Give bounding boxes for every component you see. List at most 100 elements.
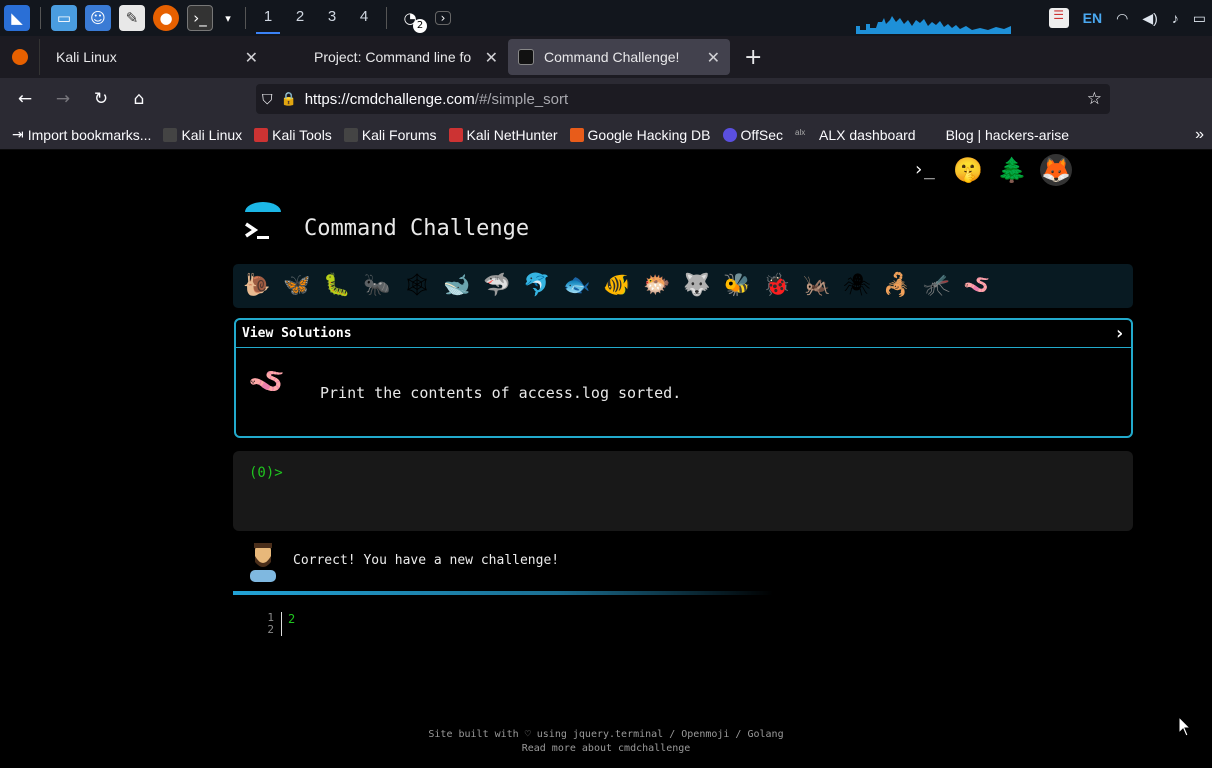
close-tab-icon[interactable]: ✕: [245, 48, 258, 68]
footer-credits: Site built with ♡ using jquery.terminal …: [428, 729, 784, 740]
view-solutions-label: View Solutions: [242, 326, 352, 341]
worm-icon[interactable]: 🪱: [961, 270, 993, 302]
line-numbers: 1 2: [258, 612, 274, 636]
bookmark-alx-dashboard[interactable]: alx ALX dashboard: [795, 127, 916, 143]
taskbar-separator: [40, 7, 41, 29]
bookmark-google-hacking-db[interactable]: Google Hacking DB: [569, 127, 711, 143]
ladybug-icon[interactable]: 🐞: [761, 270, 793, 302]
notification-bell-icon[interactable]: ♪: [1172, 10, 1179, 26]
spider-web-icon[interactable]: 🕸: [401, 270, 433, 302]
ghdb-icon: [569, 127, 584, 142]
gitlab-icon[interactable]: 🦊: [1040, 154, 1072, 186]
reload-button[interactable]: ↻: [84, 89, 118, 109]
home-button[interactable]: ⌂: [122, 89, 156, 109]
tab-command-challenge[interactable]: Command Challenge! ✕: [508, 39, 730, 75]
browser-nav-bar: ← → ↻ ⌂ ⛉ 🔒 https://cmdchallenge.com/#/s…: [0, 78, 1212, 120]
cpu-graph: [856, 16, 1011, 34]
browser-window-icon[interactable]: ◔ 2: [397, 5, 427, 33]
tab-project[interactable]: Project: Command line fo ✕: [282, 39, 508, 75]
command-output: 2: [288, 612, 296, 626]
cricket-icon[interactable]: 🦗: [801, 270, 833, 302]
bookmark-offsec[interactable]: OffSec: [722, 127, 783, 143]
bookmark-kali-nethunter[interactable]: Kali NetHunter: [448, 126, 558, 143]
shushing-face-icon[interactable]: 🤫: [952, 154, 984, 186]
lock-icon[interactable]: 🔒: [281, 91, 297, 107]
battery-icon[interactable]: ▭: [1193, 10, 1206, 27]
challenge-worm-icon: 🪱: [248, 364, 286, 399]
url-path: /#/simple_sort: [474, 90, 569, 108]
firefox-view-icon[interactable]: [0, 39, 40, 75]
kali-menu-icon[interactable]: ◣: [4, 5, 30, 31]
ant-icon[interactable]: 🐜: [361, 270, 393, 302]
bookmark-label: Kali Forums: [361, 126, 437, 143]
caterpillar-icon[interactable]: 🐛: [321, 270, 353, 302]
fly-icon[interactable]: 🦟: [921, 270, 953, 302]
close-tab-icon[interactable]: ✕: [485, 48, 498, 68]
wifi-icon[interactable]: ◠: [1116, 10, 1128, 27]
forward-button[interactable]: →: [46, 89, 80, 109]
shield-icon[interactable]: ⛉: [262, 91, 273, 108]
tab-label: Kali Linux: [56, 49, 117, 65]
bookmark-hackers-arise[interactable]: Blog | hackers-arise: [946, 127, 1069, 143]
bookmark-kali-tools[interactable]: Kali Tools: [254, 127, 332, 143]
workspace-1[interactable]: 1: [252, 0, 284, 36]
terminal-logo-icon[interactable]: ›_: [908, 154, 940, 186]
chevron-down-icon[interactable]: ▾: [221, 5, 235, 31]
system-taskbar: ◣ ▭ ☺ ✎ ● ›_ ▾ 1 2 3 4 ◔ 2 › ☰ EN ◠ ◀) ♪ …: [0, 0, 1212, 36]
more-bookmarks-icon[interactable]: »: [1195, 126, 1204, 144]
spider-icon[interactable]: 🕷: [841, 270, 873, 302]
tropical-fish-icon[interactable]: 🐠: [601, 270, 633, 302]
files-icon[interactable]: ▭: [51, 5, 77, 31]
firefox-icon[interactable]: ●: [153, 5, 179, 31]
snail-icon[interactable]: 🐌: [241, 270, 273, 302]
view-solutions-header[interactable]: View Solutions ›: [236, 320, 1131, 348]
scorpion-icon[interactable]: 🦂: [881, 270, 913, 302]
offsec-icon: [722, 127, 737, 142]
mail-icon[interactable]: ✉: [1084, 154, 1116, 186]
dolphin-icon[interactable]: 🐬: [521, 270, 553, 302]
shark-icon[interactable]: 🦈: [481, 270, 513, 302]
close-tab-icon[interactable]: ✕: [707, 48, 720, 68]
site-footer: Site built with ♡ using jquery.terminal …: [0, 728, 1212, 756]
volume-icon[interactable]: ◀): [1142, 10, 1157, 27]
bookmark-import[interactable]: ⇥ Import bookmarks...: [12, 126, 151, 143]
bookmark-label: Kali Linux: [181, 126, 243, 143]
tree-icon[interactable]: 🌲: [996, 154, 1028, 186]
workspace-4[interactable]: 4: [348, 0, 380, 36]
back-button[interactable]: ←: [8, 89, 42, 109]
wolf-icon[interactable]: 🐺: [681, 270, 713, 302]
new-tab-button[interactable]: +: [744, 45, 762, 70]
bookmark-kali-forums[interactable]: Kali Forums: [343, 126, 437, 143]
terminal-window-icon[interactable]: ›: [435, 11, 451, 25]
bookmark-star-icon[interactable]: ☆: [1087, 89, 1102, 109]
whale-icon[interactable]: 🐋: [441, 270, 473, 302]
text-editor-icon[interactable]: ✎: [119, 5, 145, 31]
tab-kali-linux[interactable]: Kali Linux ✕: [42, 39, 268, 75]
terminal-input[interactable]: (0)>: [233, 451, 1133, 531]
blowfish-icon[interactable]: 🐡: [641, 270, 673, 302]
workspace-3[interactable]: 3: [316, 0, 348, 36]
chevron-right-icon[interactable]: ›: [1114, 323, 1125, 344]
tab-label: Project: Command line fo: [314, 49, 472, 65]
butterfly-icon[interactable]: 🦋: [281, 270, 313, 302]
terminal-icon[interactable]: ›_: [187, 5, 213, 31]
notes-icon[interactable]: ☰: [1048, 8, 1069, 28]
challenge-panel: View Solutions › 🪱 Print the contents of…: [234, 318, 1133, 438]
alx-icon: alx: [795, 127, 816, 142]
language-indicator[interactable]: EN: [1083, 10, 1102, 26]
browser-tab-bar: Kali Linux ✕ Project: Command line fo ✕ …: [0, 36, 1212, 78]
taskbar-separator: [386, 7, 387, 29]
mouse-cursor-icon: [1178, 716, 1192, 737]
challenge-animal-bar: 🐌 🦋 🐛 🐜 🕸 🐋 🦈 🐬 🐟 🐠 🐡 🐺 🐝 🐞 🦗 🕷 🦂 🦟 🪱: [233, 264, 1133, 308]
workspace-2[interactable]: 2: [284, 0, 316, 36]
gutter-divider: [281, 612, 282, 636]
finder-icon[interactable]: ☺: [85, 5, 111, 31]
kali-forums-icon: [343, 127, 358, 142]
bee-icon[interactable]: 🐝: [721, 270, 753, 302]
bookmark-label: Kali NetHunter: [466, 126, 558, 143]
bookmark-kali-linux[interactable]: Kali Linux: [163, 127, 242, 143]
fish-icon[interactable]: 🐟: [561, 270, 593, 302]
footer-read-more-link[interactable]: Read more about cmdchallenge: [0, 742, 1212, 756]
url-bar[interactable]: ⛉ 🔒 https://cmdchallenge.com/#/simple_so…: [256, 84, 1110, 114]
import-icon: ⇥: [12, 126, 24, 142]
